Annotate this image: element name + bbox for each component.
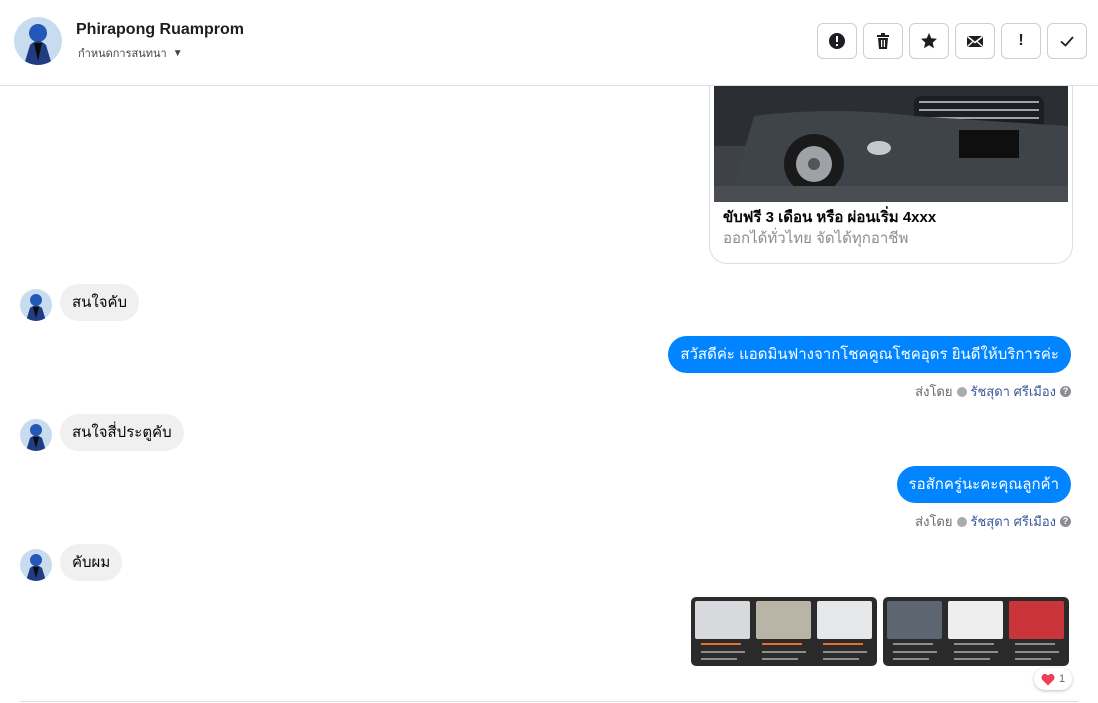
link-preview-image bbox=[714, 86, 1068, 202]
help-icon[interactable]: ? bbox=[1060, 386, 1071, 397]
sender-avatar bbox=[20, 289, 52, 321]
composer-divider bbox=[20, 701, 1078, 702]
delete-button[interactable] bbox=[863, 23, 903, 59]
link-preview-card[interactable]: ขับฟรี 3 เดือน หรือ ผ่อนเริ่ม 4xxx ออกได… bbox=[709, 86, 1073, 264]
mark-done-button[interactable] bbox=[1047, 23, 1087, 59]
sent-by-agent[interactable]: รัชสุดา ศรีเมือง bbox=[971, 511, 1057, 532]
heart-icon bbox=[1041, 673, 1055, 685]
outgoing-message[interactable]: สวัสดีค่ะ แอดมินฟางจากโชคคูณโชคอุดร ยินด… bbox=[668, 336, 1071, 373]
mark-spam-button[interactable] bbox=[817, 23, 857, 59]
conversation-header: Phirapong Ruamprom กำหนดการสนทนา ▼ ! bbox=[0, 0, 1098, 86]
image-attachment[interactable] bbox=[691, 597, 877, 666]
trash-icon bbox=[877, 33, 889, 49]
message-thread: ขับฟรี 3 เดือน หรือ ผ่อนเริ่ม 4xxx ออกได… bbox=[0, 86, 1098, 703]
sent-by-agent[interactable]: รัชสุดา ศรีเมือง bbox=[971, 381, 1057, 402]
incoming-message[interactable]: สนใจคับ bbox=[60, 284, 140, 321]
incoming-message[interactable]: คับผม bbox=[60, 544, 123, 581]
help-icon[interactable]: ? bbox=[1060, 516, 1071, 527]
checkmark-icon bbox=[1060, 36, 1074, 47]
contact-name: Phirapong Ruamprom bbox=[76, 21, 245, 38]
star-icon bbox=[921, 33, 937, 49]
image-attachment[interactable] bbox=[883, 597, 1069, 666]
reaction-count: 1 bbox=[1058, 673, 1066, 685]
assign-conversation-dropdown[interactable]: กำหนดการสนทนา ▼ bbox=[78, 44, 183, 62]
sent-by-label: ส่งโดย รัชสุดา ศรีเมือง ? bbox=[915, 381, 1071, 402]
reaction-badge[interactable]: 1 bbox=[1034, 668, 1072, 690]
follow-up-button[interactable]: ! bbox=[1001, 23, 1041, 59]
sender-avatar bbox=[20, 549, 52, 581]
page-badge-icon bbox=[956, 516, 967, 527]
assign-label: กำหนดการสนทนา bbox=[78, 48, 167, 60]
caret-down-icon: ▼ bbox=[172, 47, 183, 59]
mark-unread-button[interactable] bbox=[955, 23, 995, 59]
exclamation-icon: ! bbox=[1018, 32, 1024, 49]
star-button[interactable] bbox=[909, 23, 949, 59]
sent-by-label: ส่งโดย รัชสุดา ศรีเมือง ? bbox=[915, 511, 1071, 532]
outgoing-message[interactable]: รอสักครู่นะคะคุณลูกค้า bbox=[896, 466, 1071, 503]
incoming-message[interactable]: สนใจสี่ประตูคับ bbox=[60, 414, 184, 451]
link-preview-description: ออกได้ทั่วไทย จัดได้ทุกอาชีพ bbox=[723, 230, 909, 247]
page-badge-icon bbox=[956, 386, 967, 397]
sent-by-prefix: ส่งโดย bbox=[915, 384, 953, 399]
sender-avatar bbox=[20, 419, 52, 451]
contact-avatar[interactable] bbox=[14, 17, 62, 65]
envelope-icon bbox=[967, 35, 983, 47]
alert-circle-icon bbox=[829, 33, 845, 49]
sent-by-prefix: ส่งโดย bbox=[915, 514, 953, 529]
conversation-toolbar: ! bbox=[817, 23, 1087, 59]
